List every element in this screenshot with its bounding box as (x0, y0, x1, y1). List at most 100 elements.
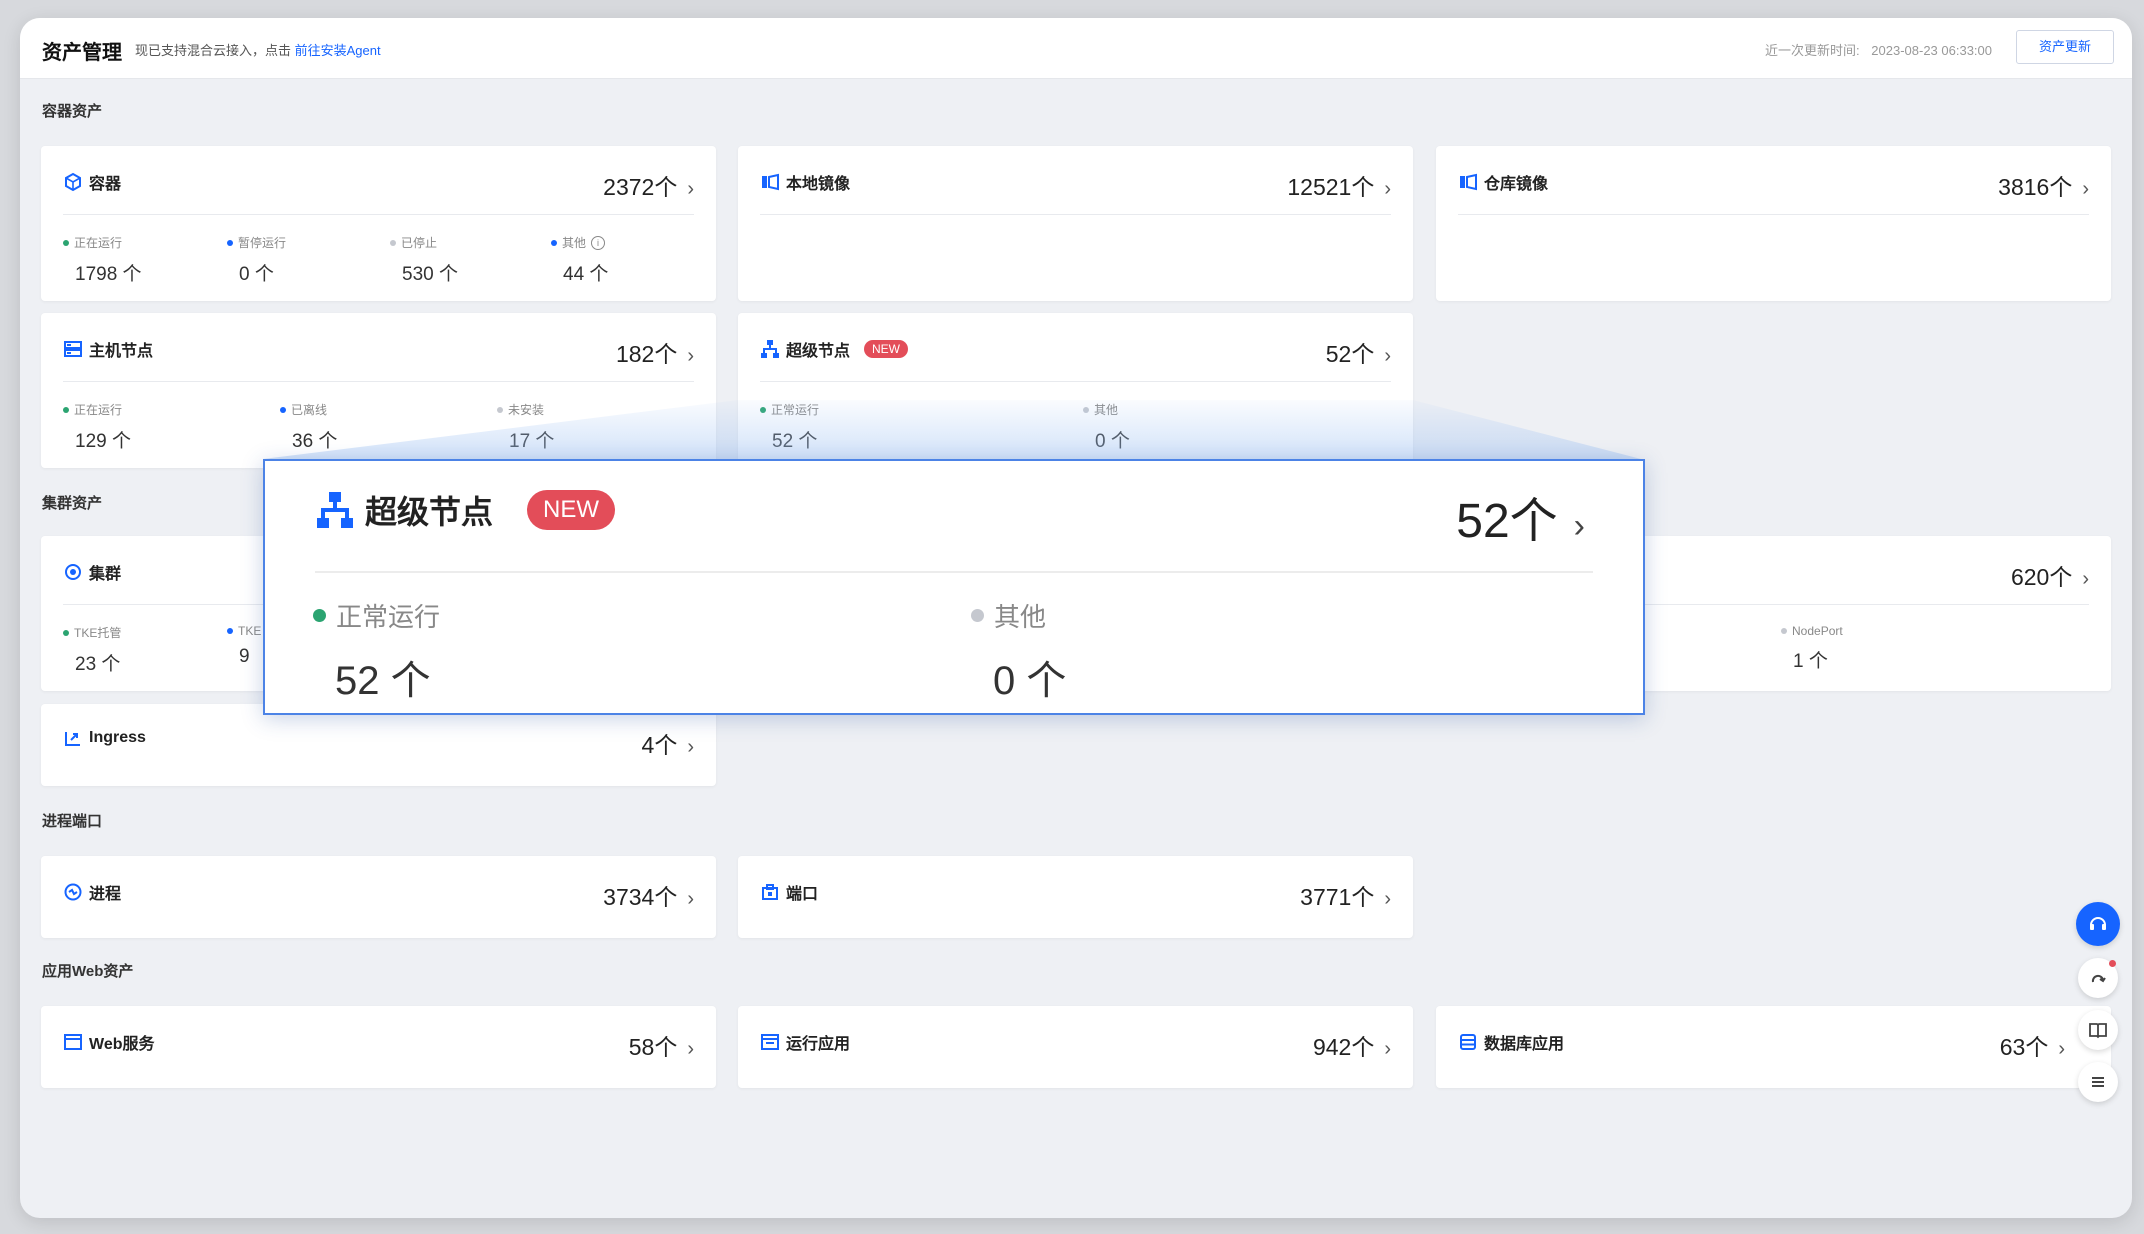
card-count[interactable]: 58个 › (629, 1028, 694, 1062)
status-dot (280, 406, 286, 413)
status-dot (551, 239, 557, 246)
notice-banner: 现已支持混合云接入，点击 前往安装Agent (135, 40, 381, 59)
chevron-right-icon: › (2082, 568, 2089, 590)
stat-nodeport[interactable]: NodePort 1 个 (1781, 624, 1843, 673)
card-name: Ingress (89, 729, 146, 746)
list-icon[interactable] (2078, 1062, 2118, 1102)
last-update: 近一次更新时间: 2023-08-23 06:33:00 (1757, 40, 1992, 59)
image-layers-icon (762, 173, 779, 191)
status-dot (497, 406, 503, 413)
card-count[interactable]: 3816个 › (1998, 168, 2089, 202)
chevron-right-icon: › (687, 1038, 694, 1060)
stat-other[interactable]: 其他 i 44 个 (551, 234, 608, 286)
section-title-container: 容器资产 (42, 103, 103, 120)
book-icon[interactable] (2078, 1010, 2118, 1050)
card-name: 容器 (89, 176, 122, 193)
card-name: Web服务 (89, 1036, 155, 1053)
stat-offline[interactable]: 已离线 36 个 (280, 401, 337, 453)
card-count[interactable]: 52个 › (1326, 335, 1391, 369)
stat-other[interactable]: 其他 0 个 (1083, 401, 1130, 453)
card-name: 数据库应用 (1484, 1036, 1565, 1053)
stat-tke[interactable]: TKE 9 (227, 624, 261, 668)
stat-tke-managed[interactable]: TKE托管 23 个 (63, 624, 121, 676)
new-badge: NEW (527, 490, 616, 530)
stat-normal-running[interactable]: 正常运行 52 个 (760, 401, 819, 453)
stat-not-installed[interactable]: 未安装 17 个 (497, 401, 554, 453)
card-count[interactable]: 620个 › (2011, 558, 2089, 592)
last-update-time: 2023-08-23 06:33:00 (1871, 43, 1992, 58)
card-count[interactable]: 182个 › (616, 335, 694, 369)
cube-icon (65, 172, 81, 192)
chevron-right-icon: › (1384, 345, 1391, 367)
card-count[interactable]: 4个 › (642, 726, 694, 760)
status-dot (63, 629, 69, 636)
database-app-card[interactable]: 数据库应用 63个 › (1436, 1006, 2111, 1088)
chevron-right-icon: › (687, 736, 694, 758)
zoom-stat-other[interactable]: 其他 0 个 (971, 597, 1066, 706)
install-agent-link[interactable]: 前往安装Agent (295, 43, 381, 58)
running-app-card[interactable]: 运行应用 942个 › (738, 1006, 1413, 1088)
status-dot (227, 239, 233, 246)
asset-refresh-button[interactable]: 资产更新 (2016, 30, 2114, 64)
cloud-refresh-icon[interactable] (2078, 958, 2118, 998)
card-count[interactable]: 942个 › (1313, 1028, 1391, 1062)
card-count[interactable]: 3734个 › (603, 878, 694, 912)
card-count[interactable]: 3771个 › (1300, 878, 1391, 912)
stat-running[interactable]: 正在运行 129 个 (63, 401, 131, 453)
chevron-right-icon: › (2082, 178, 2089, 200)
status-dot (63, 406, 69, 413)
repo-image-card[interactable]: 仓库镜像 3816个 › (1436, 146, 2111, 301)
process-card[interactable]: 进程 3734个 › (41, 856, 716, 938)
local-image-card[interactable]: 本地镜像 12521个 › (738, 146, 1413, 301)
status-dot (63, 239, 69, 246)
chevron-right-icon: › (1384, 888, 1391, 910)
card-name: 超级节点 (786, 343, 851, 360)
container-card[interactable]: 容器 2372个 › 正在运行 1798 个 暂停运行 0 个 已停止 530 个… (41, 146, 716, 301)
server-icon (64, 341, 82, 357)
super-node-zoom-panel[interactable]: 超级节点 NEW 52个 › 正常运行 52 个 其他 0 个 (263, 459, 1645, 715)
status-dot (227, 628, 233, 634)
ingress-card[interactable]: Ingress 4个 › (41, 704, 716, 786)
info-icon[interactable]: i (591, 235, 606, 250)
chevron-right-icon: › (687, 178, 694, 200)
status-dot (313, 609, 326, 622)
status-dot (760, 406, 766, 413)
stat-stopped[interactable]: 已停止 530 个 (390, 234, 458, 286)
top-bar: 资产管理 现已支持混合云接入，点击 前往安装Agent 近一次更新时间: 202… (20, 18, 2132, 79)
stat-paused[interactable]: 暂停运行 0 个 (227, 234, 286, 286)
web-service-card[interactable]: Web服务 58个 › (41, 1006, 716, 1088)
chevron-right-icon: › (2058, 1038, 2065, 1060)
section-title-web: 应用Web资产 (42, 963, 134, 980)
super-node-card[interactable]: 超级节点 NEW 52个 › 正常运行 52 个 其他 0 个 (738, 313, 1413, 468)
app-window-icon (761, 1034, 779, 1050)
new-badge: NEW (864, 340, 909, 358)
zoom-card-count[interactable]: 52个 › (1456, 481, 1585, 551)
support-icon[interactable] (2076, 902, 2120, 946)
hierarchy-icon (761, 340, 779, 358)
hierarchy-icon (317, 492, 353, 528)
host-node-card[interactable]: 主机节点 182个 › 正在运行 129 个 已离线 36 个 未安装 17 个 (41, 313, 716, 468)
notification-dot (2109, 960, 2116, 967)
stat-running[interactable]: 正在运行 1798 个 (63, 234, 142, 286)
card-count[interactable]: 12521个 › (1287, 168, 1391, 202)
status-dot (971, 609, 984, 622)
port-card[interactable]: 端口 3771个 › (738, 856, 1413, 938)
cluster-icon (65, 564, 81, 580)
database-icon (1460, 1034, 1476, 1050)
repository-icon (1460, 173, 1477, 191)
process-icon (64, 883, 82, 901)
ingress-icon (65, 732, 80, 746)
port-icon (762, 884, 778, 900)
zoom-stat-normal-running[interactable]: 正常运行 52 个 (313, 597, 440, 706)
notice-text: 现已支持混合云接入，点击 (135, 43, 292, 58)
web-window-icon (64, 1034, 82, 1050)
card-count[interactable]: 63个 › (2000, 1028, 2065, 1062)
section-title-process: 进程端口 (42, 813, 103, 830)
card-count[interactable]: 2372个 › (603, 168, 694, 202)
status-dot (390, 239, 396, 246)
status-dot (1781, 628, 1787, 634)
card-name: 端口 (786, 886, 819, 903)
card-name: 运行应用 (786, 1036, 851, 1053)
chevron-right-icon: › (687, 345, 694, 367)
chevron-right-icon: › (1384, 178, 1391, 200)
